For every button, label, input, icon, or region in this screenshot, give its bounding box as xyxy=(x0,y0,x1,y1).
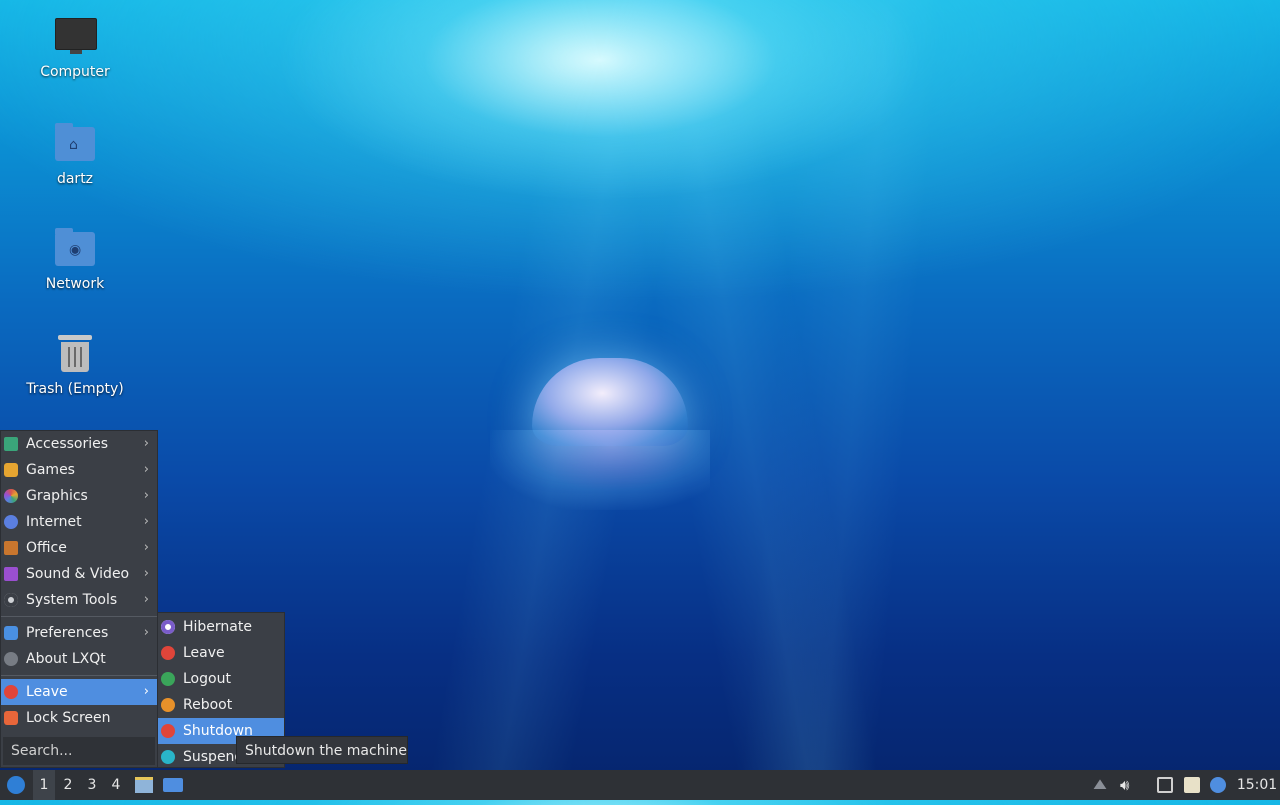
menu-item-sound-video[interactable]: Sound & Video › xyxy=(1,561,157,587)
menu-item-leave[interactable]: Leave › xyxy=(1,679,157,705)
computer-icon xyxy=(53,16,97,56)
power-icon xyxy=(4,685,18,699)
show-desktop-button[interactable] xyxy=(161,770,185,800)
menu-item-system-tools[interactable]: System Tools › xyxy=(1,587,157,613)
desktop-switch-4[interactable]: 4 xyxy=(105,770,127,800)
menu-item-label: System Tools xyxy=(26,592,118,608)
menu-item-label: Accessories xyxy=(26,436,109,452)
accessories-icon xyxy=(4,437,18,451)
menu-item-graphics[interactable]: Graphics › xyxy=(1,483,157,509)
internet-icon xyxy=(4,515,18,529)
logout-icon xyxy=(161,672,175,686)
sound-video-icon xyxy=(4,567,18,581)
chevron-right-icon: › xyxy=(143,684,149,699)
power-icon xyxy=(161,724,175,738)
games-icon xyxy=(4,463,18,477)
menu-item-label: Games xyxy=(26,462,75,478)
wallpaper-jellyfish xyxy=(470,350,730,530)
reboot-icon xyxy=(161,698,175,712)
menu-item-games[interactable]: Games › xyxy=(1,457,157,483)
menu-item-about[interactable]: About LXQt xyxy=(1,646,157,672)
preferences-icon xyxy=(4,626,18,640)
notification-icon[interactable] xyxy=(1210,777,1226,793)
chevron-right-icon: › xyxy=(143,436,149,451)
tray-expand-icon[interactable] xyxy=(1093,779,1107,789)
desktop-icon-computer[interactable]: Computer xyxy=(20,16,130,80)
menu-item-label: Lock Screen xyxy=(26,710,111,726)
menu-item-label: Graphics xyxy=(26,488,88,504)
menu-item-label: Preferences xyxy=(26,625,109,641)
volume-icon[interactable]: 🔊︎ xyxy=(1120,777,1136,793)
taskbar: 1 2 3 4 🔊︎ 15:01 xyxy=(0,770,1280,800)
submenu-item-label: Leave xyxy=(183,645,225,661)
menu-item-lock-screen[interactable]: Lock Screen xyxy=(1,705,157,731)
chevron-right-icon: › xyxy=(143,540,149,555)
desktop-icon-label: Network xyxy=(45,276,105,292)
desktop-icon-trash[interactable]: Trash (Empty) xyxy=(20,333,130,397)
power-icon xyxy=(161,646,175,660)
menu-item-accessories[interactable]: Accessories › xyxy=(1,431,157,457)
submenu-item-label: Suspend xyxy=(183,749,244,765)
desktop-icon-home[interactable]: ⌂ dartz xyxy=(20,123,130,187)
system-tools-icon xyxy=(4,593,18,607)
submenu-item-label: Logout xyxy=(183,671,231,687)
lxqt-logo-icon xyxy=(7,776,25,794)
desktop-icon-network[interactable]: ◉ Network xyxy=(20,228,130,292)
hibernate-icon xyxy=(161,620,175,634)
clock[interactable]: 15:01 xyxy=(1234,770,1280,800)
network-folder-icon: ◉ xyxy=(53,228,97,268)
suspend-icon xyxy=(161,750,175,764)
chevron-right-icon: › xyxy=(143,592,149,607)
menu-search-input[interactable]: Search... xyxy=(3,737,155,765)
menu-item-label: Sound & Video xyxy=(26,566,130,582)
main-menu-button[interactable] xyxy=(4,770,28,800)
application-menu: Accessories › Games › Graphics › Interne… xyxy=(0,430,158,768)
menu-item-label: About LXQt xyxy=(26,651,106,667)
desktop-icon-label: Trash (Empty) xyxy=(26,381,124,397)
desktop-icon-label: Computer xyxy=(40,64,110,80)
home-folder-icon: ⌂ xyxy=(53,123,97,163)
menu-item-label: Office xyxy=(26,540,67,556)
submenu-item-hibernate[interactable]: Hibernate xyxy=(158,614,284,640)
desktop-switch-1[interactable]: 1 xyxy=(33,770,55,800)
chevron-right-icon: › xyxy=(143,462,149,477)
file-manager-icon xyxy=(135,777,153,793)
desktop-icon xyxy=(163,778,183,792)
menu-item-label: Leave xyxy=(26,684,68,700)
desktop-icon-label: dartz xyxy=(56,171,94,187)
desktop-switch-3[interactable]: 3 xyxy=(81,770,103,800)
menu-separator xyxy=(1,675,157,676)
menu-item-office[interactable]: Office › xyxy=(1,535,157,561)
file-manager-launcher[interactable] xyxy=(133,770,155,800)
trash-icon xyxy=(53,333,97,373)
lock-icon xyxy=(4,711,18,725)
chevron-right-icon: › xyxy=(143,625,149,640)
desktop-switch-2[interactable]: 2 xyxy=(57,770,79,800)
submenu-item-logout[interactable]: Logout xyxy=(158,666,284,692)
submenu-item-leave[interactable]: Leave xyxy=(158,640,284,666)
menu-item-preferences[interactable]: Preferences › xyxy=(1,620,157,646)
chevron-right-icon: › xyxy=(143,514,149,529)
office-icon xyxy=(4,541,18,555)
clipboard-icon[interactable] xyxy=(1184,777,1200,793)
network-icon[interactable] xyxy=(1157,777,1173,793)
submenu-item-label: Reboot xyxy=(183,697,233,713)
submenu-item-reboot[interactable]: Reboot xyxy=(158,692,284,718)
graphics-icon xyxy=(4,489,18,503)
submenu-item-label: Hibernate xyxy=(183,619,252,635)
menu-item-label: Internet xyxy=(26,514,82,530)
info-icon xyxy=(4,652,18,666)
chevron-right-icon: › xyxy=(143,566,149,581)
menu-separator xyxy=(1,616,157,617)
shutdown-tooltip: Shutdown the machine xyxy=(236,736,408,764)
menu-item-internet[interactable]: Internet › xyxy=(1,509,157,535)
chevron-right-icon: › xyxy=(143,488,149,503)
